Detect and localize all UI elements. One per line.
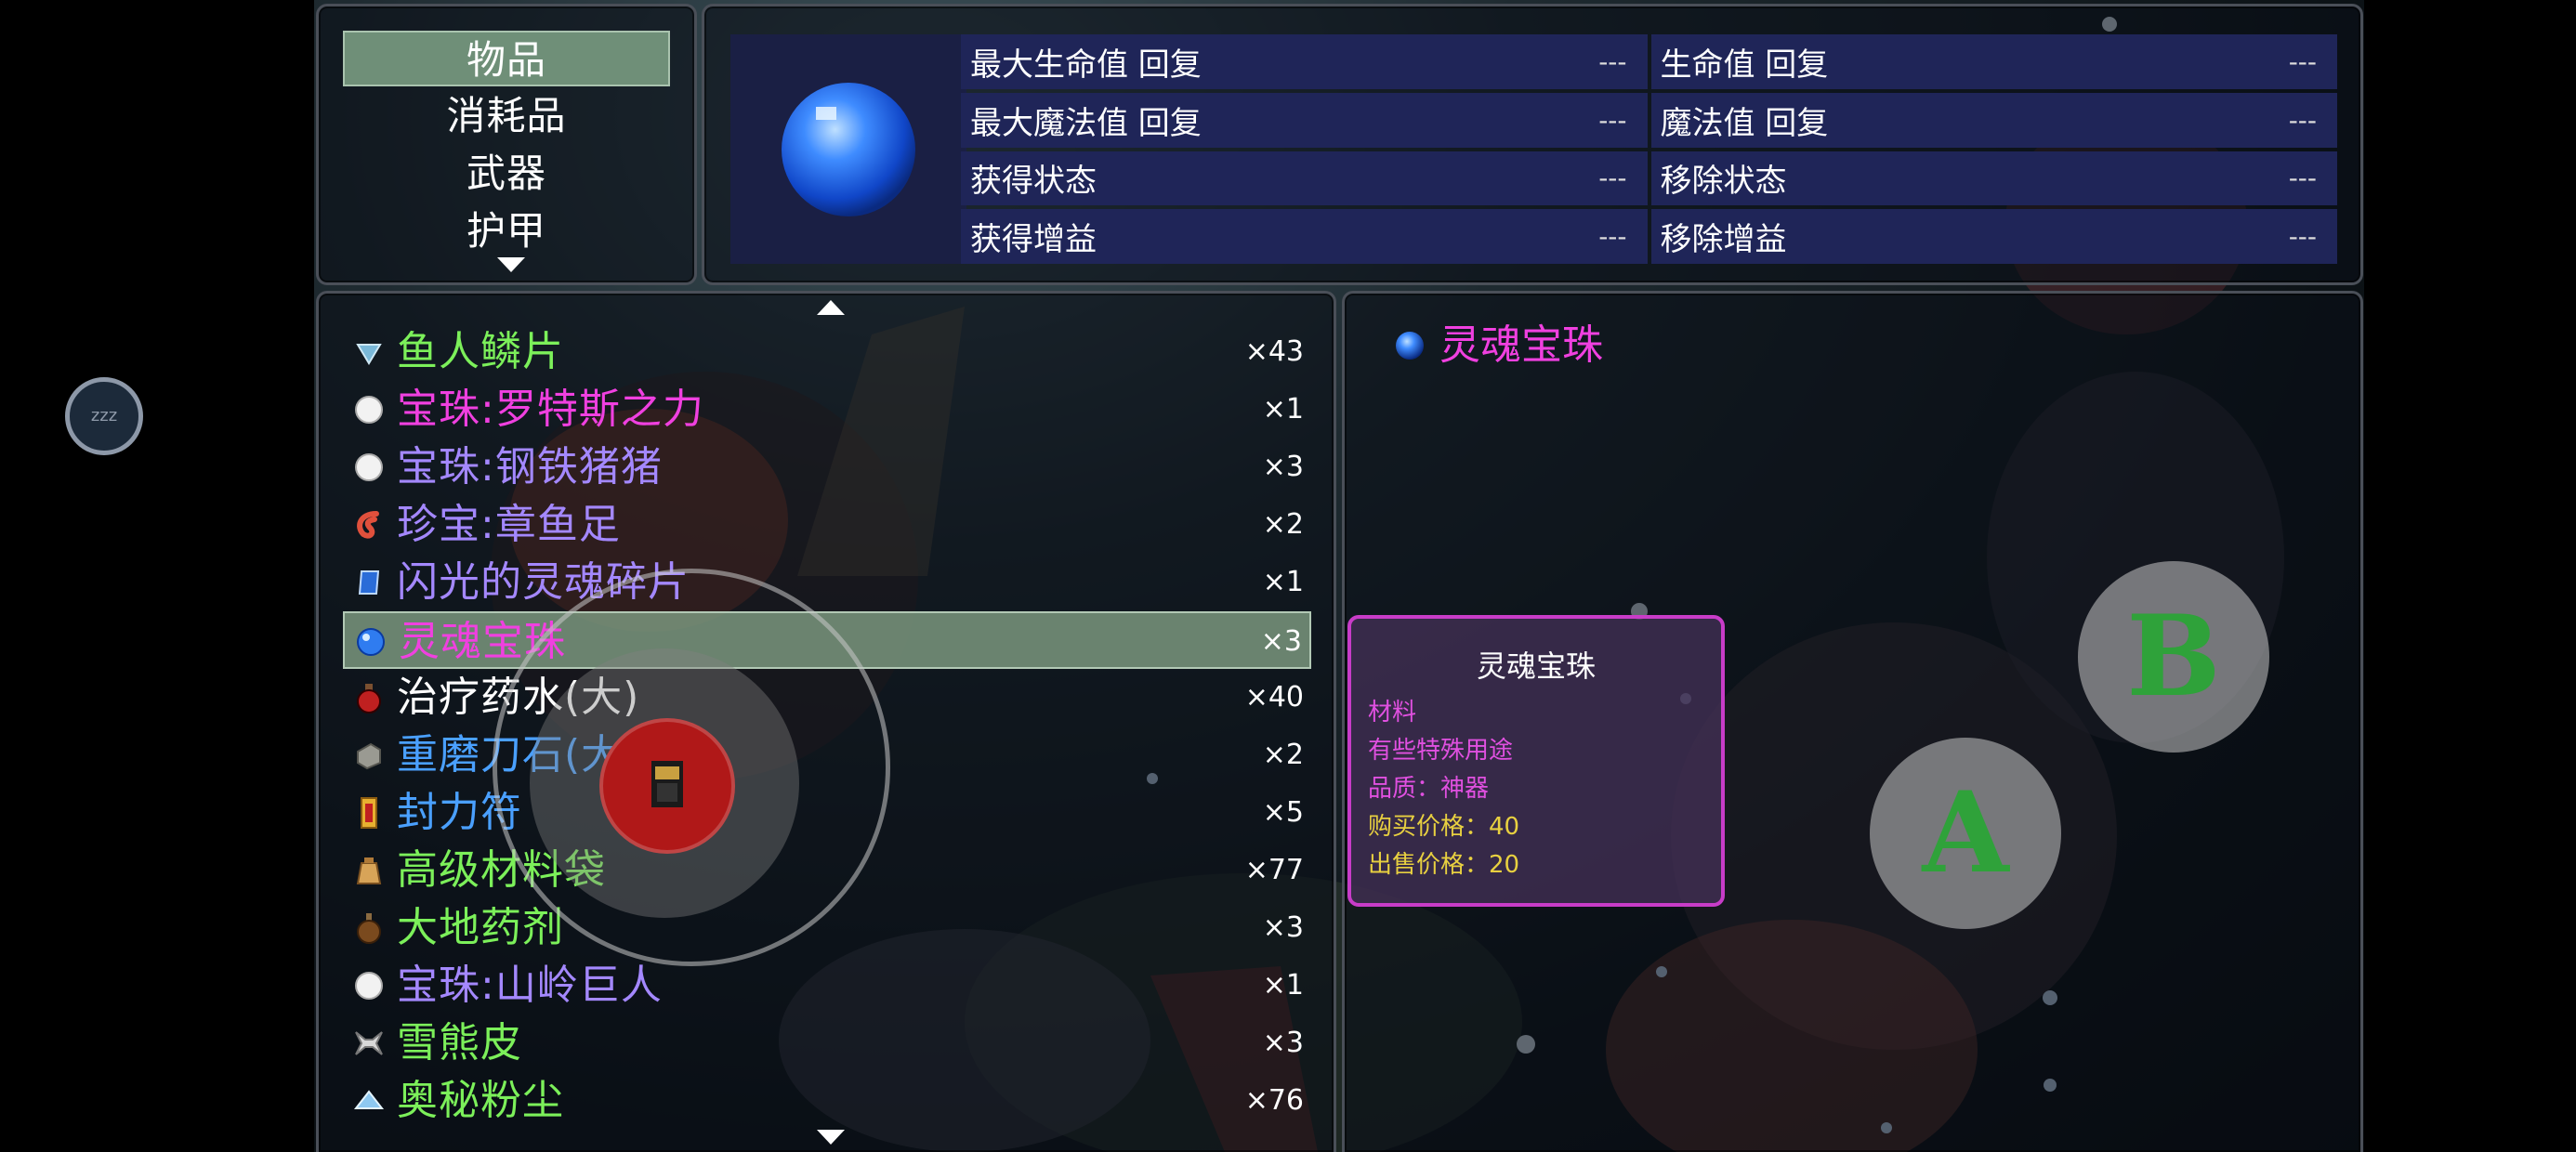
item-row[interactable]: 珍宝:章鱼足 ×2: [343, 496, 1311, 554]
tentacle-icon: [352, 508, 386, 542]
item-count: ×1: [1262, 566, 1304, 598]
effect-label: 生命值 回复: [1660, 46, 1829, 84]
category-tab-armor[interactable]: 护甲: [343, 203, 670, 259]
category-tab-consumables[interactable]: 消耗品: [343, 88, 670, 144]
scroll-down-arrow-icon[interactable]: [817, 1130, 845, 1145]
potion-icon: [352, 681, 386, 714]
item-count: ×1: [1262, 393, 1304, 425]
item-row[interactable]: 奥秘粉尘 ×76: [343, 1072, 1311, 1130]
whetstone-icon: [352, 739, 386, 772]
scroll-down-arrow-icon[interactable]: [497, 257, 525, 272]
effect-value: ---: [1598, 221, 1627, 253]
item-count: ×77: [1244, 854, 1304, 886]
category-window: 物品 消耗品 武器 护甲: [316, 4, 697, 285]
effect-label: 获得状态: [970, 163, 1097, 201]
joystick-knob[interactable]: [599, 718, 735, 854]
effect-cell: 获得状态 ---: [961, 151, 1648, 206]
item-row[interactable]: 雪熊皮 ×3: [343, 1015, 1311, 1072]
item-count: ×40: [1244, 681, 1304, 713]
effect-label: 最大魔法值 回复: [970, 104, 1202, 142]
item-name: 奥秘粉尘: [397, 1077, 564, 1124]
item-count: ×3: [1262, 911, 1304, 944]
dust-icon: [352, 1084, 386, 1118]
character-icon: [651, 761, 683, 807]
orb-icon: [352, 393, 386, 426]
item-name: 宝珠:钢铁猪猪: [397, 443, 663, 491]
effect-cell: 生命值 回复 ---: [1650, 34, 2337, 89]
item-name: 宝珠:罗特斯之力: [397, 386, 704, 433]
effect-cell: 移除增益 ---: [1650, 209, 2337, 264]
sleep-label: zzz: [90, 406, 118, 425]
effect-cell: 最大魔法值 回复 ---: [961, 92, 1648, 148]
scale-icon: [352, 335, 386, 369]
effect-value: ---: [1598, 46, 1627, 77]
item-name: 宝珠:山岭巨人: [397, 962, 663, 1009]
effect-label: 最大生命值 回复: [970, 46, 1202, 84]
tooltip-quality: 品质：神器: [1368, 775, 1490, 803]
effect-value: ---: [1598, 163, 1627, 194]
effect-cell: 魔法值 回复 ---: [1650, 92, 2337, 148]
item-name: 雪熊皮: [397, 1019, 522, 1067]
effects-window: 最大生命值 回复 --- 生命值 回复 --- 最大魔法值 回复 --- 魔法值…: [702, 4, 2363, 285]
item-title: 灵魂宝珠: [1439, 321, 1603, 369]
effect-label: 获得增益: [970, 221, 1097, 259]
item-name: 珍宝:章鱼足: [397, 501, 621, 548]
effect-cell: 移除状态 ---: [1650, 151, 2337, 206]
b-button[interactable]: B: [2078, 561, 2269, 753]
item-row[interactable]: 宝珠:罗特斯之力 ×1: [343, 381, 1311, 439]
effect-label: 移除状态: [1660, 163, 1787, 201]
effect-cell: 最大生命值 回复 ---: [961, 34, 1648, 89]
effect-value: ---: [2288, 163, 2317, 194]
item-count: ×43: [1244, 335, 1304, 368]
effect-label: 移除增益: [1660, 221, 1787, 259]
tooltip-title: 灵魂宝珠: [1476, 648, 1596, 684]
tooltip-type: 材料: [1368, 699, 1417, 727]
effects-grid: 最大生命值 回复 --- 生命值 回复 --- 最大魔法值 回复 --- 魔法值…: [961, 34, 2337, 264]
talisman-icon: [352, 796, 386, 830]
item-row[interactable]: 宝珠:山岭巨人 ×1: [343, 957, 1311, 1015]
item-tooltip: 灵魂宝珠 材料 有些特殊用途 品质：神器 购买价格：40 出售价格：20: [1347, 615, 1725, 907]
b-button-label: B: [2126, 591, 2221, 722]
item-count: ×76: [1244, 1084, 1304, 1117]
blue-orb-icon: [354, 625, 388, 659]
item-row[interactable]: 闪光的灵魂碎片 ×1: [343, 554, 1311, 611]
item-count: ×3: [1262, 1027, 1304, 1059]
effect-value: ---: [1598, 104, 1627, 136]
tooltip-buy-price: 购买价格：40: [1368, 813, 1520, 841]
item-count: ×5: [1262, 796, 1304, 829]
flask-icon: [352, 911, 386, 945]
item-name: 大地药剂: [397, 904, 564, 951]
effect-value: ---: [2288, 46, 2317, 77]
effect-cell: 获得增益 ---: [961, 209, 1648, 264]
category-tab-weapons[interactable]: 武器: [343, 146, 670, 202]
item-count: ×3: [1260, 625, 1302, 658]
item-count: ×1: [1262, 969, 1304, 1001]
tooltip-sell-price: 出售价格：20: [1368, 851, 1520, 879]
a-button[interactable]: A: [1870, 738, 2061, 929]
effect-value: ---: [2288, 221, 2317, 253]
item-preview: [730, 34, 966, 264]
effect-label: 魔法值 回复: [1660, 104, 1829, 142]
orb-icon: [352, 969, 386, 1002]
pelt-icon: [352, 1027, 386, 1060]
scroll-up-arrow-icon[interactable]: [817, 300, 845, 315]
item-name: 鱼人鳞片: [397, 328, 564, 375]
blue-orb-icon: [782, 83, 915, 216]
blue-orb-icon: [1396, 332, 1424, 360]
category-tab-items[interactable]: 物品: [343, 31, 670, 86]
sleep-button[interactable]: zzz: [65, 377, 143, 455]
crystal-icon: [352, 566, 386, 599]
tooltip-description: 有些特殊用途: [1368, 737, 1514, 765]
orb-icon: [352, 451, 386, 484]
item-count: ×3: [1262, 451, 1304, 483]
effect-value: ---: [2288, 104, 2317, 136]
a-button-label: A: [1922, 767, 2009, 898]
bag-icon: [352, 854, 386, 887]
item-count: ×2: [1262, 739, 1304, 771]
item-count: ×2: [1262, 508, 1304, 541]
item-row[interactable]: 宝珠:钢铁猪猪 ×3: [343, 439, 1311, 496]
item-row[interactable]: 鱼人鳞片 ×43: [343, 323, 1311, 381]
